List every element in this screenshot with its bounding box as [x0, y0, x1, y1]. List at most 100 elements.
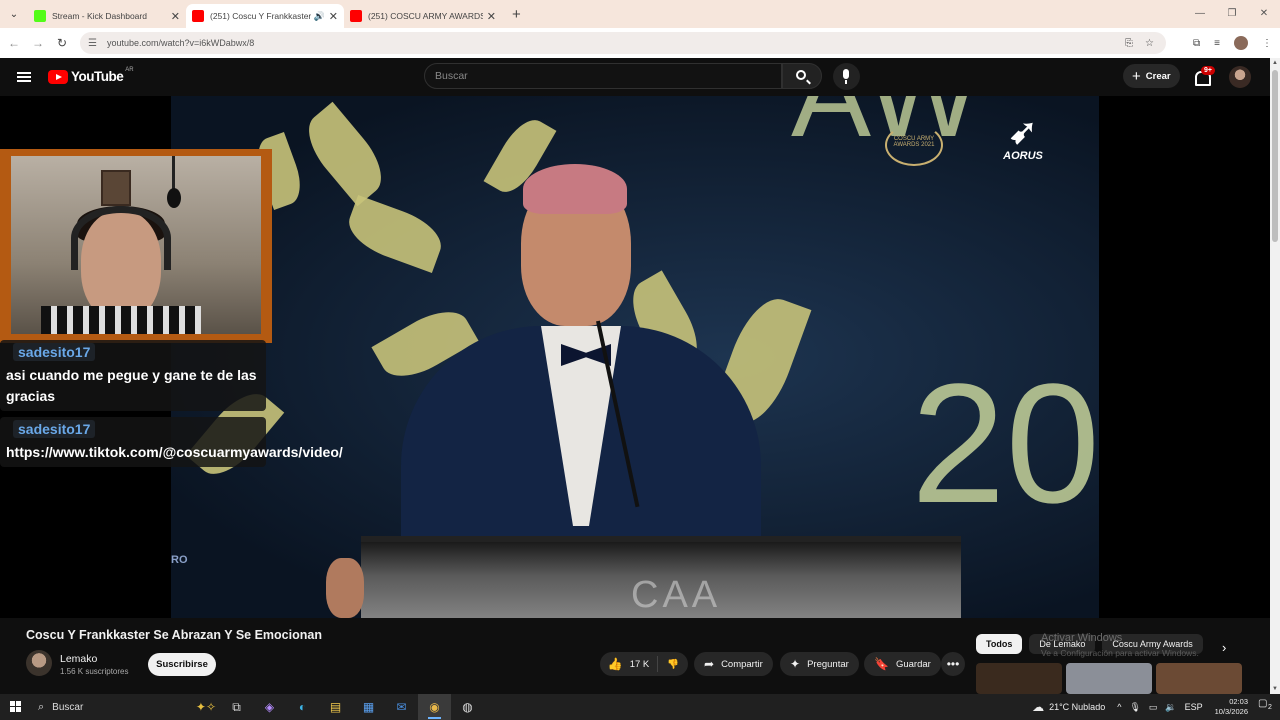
- extensions-icon[interactable]: ⧉: [1193, 38, 1200, 49]
- menu-icon[interactable]: ⋮: [1262, 38, 1272, 49]
- network-icon[interactable]: ▭: [1149, 702, 1158, 713]
- bookmark-star-icon[interactable]: ☆: [1145, 38, 1154, 49]
- channel-name[interactable]: Lemako: [60, 653, 97, 665]
- scroll-up-icon[interactable]: ▲: [1272, 60, 1278, 66]
- scrollbar-thumb[interactable]: [1272, 70, 1278, 242]
- system-clock[interactable]: 02:03 10/3/2026: [1215, 697, 1248, 717]
- close-window-button[interactable]: ✕: [1248, 0, 1280, 28]
- save-button[interactable]: 🔖 Guardar: [864, 652, 941, 676]
- recommended-video-thumbnail[interactable]: [976, 663, 1062, 694]
- video-frame[interactable]: AW COSCU ARMY AWARDS 2021 ➹AORUS 20 CAA: [171, 96, 1099, 618]
- obs-icon[interactable]: ◍: [451, 694, 484, 720]
- mic-tray-icon[interactable]: 🎙: [1129, 702, 1140, 713]
- search-icon: [796, 70, 806, 80]
- chat-text: asi cuando me pegue y gane te de las gra…: [6, 367, 257, 404]
- wall-picture: [101, 170, 131, 206]
- back-icon[interactable]: ←: [2, 36, 26, 50]
- youtube-icon: [350, 10, 362, 22]
- subscribe-button[interactable]: Suscribirse: [148, 653, 216, 676]
- page-scrollbar[interactable]: ▲ ▼: [1270, 58, 1280, 694]
- video-info-panel: Coscu Y Frankkaster Se Abrazan Y Se Emoc…: [0, 618, 1270, 694]
- year-backdrop-text: 20: [911, 349, 1099, 539]
- minimize-button[interactable]: —: [1184, 0, 1216, 28]
- chevron-up-icon[interactable]: ^: [1117, 702, 1121, 712]
- weather-text[interactable]: 21°C Nublado: [1049, 702, 1105, 712]
- windows-start-icon[interactable]: [0, 694, 30, 720]
- site-info-icon[interactable]: ☰: [88, 38, 97, 49]
- channel-avatar[interactable]: [26, 650, 52, 676]
- search-button[interactable]: [782, 63, 822, 89]
- reload-icon[interactable]: ↻: [50, 36, 74, 50]
- chip-todos[interactable]: Todos: [976, 634, 1023, 654]
- close-icon[interactable]: ✕: [171, 10, 180, 23]
- tab-title: Stream - Kick Dashboard: [52, 11, 147, 21]
- url-bar[interactable]: ☰ youtube.com/watch?v=i6kWDabwx/8 ⎘ ☆: [80, 32, 1166, 54]
- youtube-icon: [192, 10, 204, 22]
- tab-coscu-army-awards[interactable]: (251) COSCU ARMY AWARDS 2 ✕: [344, 4, 502, 28]
- youtube-header: YouTube AR Buscar + Crear 9+: [0, 58, 1270, 96]
- create-label: Crear: [1145, 70, 1171, 82]
- chevron-right-icon[interactable]: ›: [1222, 640, 1226, 655]
- chat-username: sadesito17: [13, 420, 96, 438]
- awards-backdrop-text: AW: [791, 96, 980, 164]
- notification-badge: 9+: [1201, 66, 1215, 75]
- new-tab-button[interactable]: +: [512, 6, 521, 23]
- create-button[interactable]: + Crear: [1123, 64, 1180, 88]
- weather-cloud-icon[interactable]: ☁: [1032, 700, 1044, 714]
- tab-search-dropdown[interactable]: ⌄: [0, 0, 28, 28]
- close-icon[interactable]: ✕: [487, 10, 496, 23]
- voice-search-icon[interactable]: [833, 63, 860, 90]
- ask-button[interactable]: ✦ Preguntar: [780, 652, 859, 676]
- browser-tab-bar: ⌄ Stream - Kick Dashboard ✕ (251) Coscu …: [0, 0, 1280, 28]
- tab-title: (251) COSCU ARMY AWARDS 2: [368, 11, 483, 21]
- copilot-icon[interactable]: ◈: [253, 694, 286, 720]
- language-indicator[interactable]: ESP: [1185, 702, 1203, 712]
- speaker-hand: [326, 558, 364, 618]
- speaker-hair: [523, 164, 627, 214]
- window-controls: — ❐ ✕: [1184, 0, 1280, 28]
- taskbar-search-label: Buscar: [52, 701, 84, 713]
- dislike-button[interactable]: 👎: [658, 659, 688, 670]
- decorative-leaf: [341, 195, 449, 273]
- aorus-logo: ➹ AORUS: [993, 114, 1053, 162]
- search-input[interactable]: Buscar: [424, 63, 782, 89]
- taskbar-search[interactable]: ⌕ Buscar ✦✧: [30, 694, 220, 720]
- hamburger-menu-icon[interactable]: [17, 72, 31, 82]
- share-button[interactable]: ➦ Compartir: [694, 652, 773, 676]
- ask-label: Preguntar: [807, 658, 849, 670]
- file-explorer-icon[interactable]: ▤: [319, 694, 352, 720]
- address-toolbar: ← → ↻ ☰ youtube.com/watch?v=i6kWDabwx/8 …: [0, 28, 1280, 58]
- plus-icon: +: [1132, 67, 1141, 85]
- kick-icon: [34, 10, 46, 22]
- user-avatar[interactable]: [1229, 66, 1251, 88]
- tab-kick-dashboard[interactable]: Stream - Kick Dashboard ✕: [28, 4, 186, 28]
- install-icon[interactable]: ⎘: [1125, 38, 1133, 49]
- volume-icon[interactable]: 🔉: [1165, 702, 1176, 713]
- like-count: 17 K: [629, 658, 650, 670]
- tab-coscu-video[interactable]: (251) Coscu Y Frankkaster S 🔊 ✕: [186, 4, 344, 28]
- restore-button[interactable]: ❐: [1216, 0, 1248, 28]
- screen-corner-text: RO: [171, 554, 188, 566]
- edge-icon[interactable]: ◐: [286, 694, 319, 720]
- mail-icon[interactable]: ✉: [385, 694, 418, 720]
- notification-center-icon[interactable]: ▢ 2: [1258, 698, 1280, 716]
- scroll-down-icon[interactable]: ▼: [1272, 686, 1278, 692]
- clock-date: 10/3/2026: [1214, 707, 1248, 716]
- store-icon[interactable]: ▦: [352, 694, 385, 720]
- close-icon[interactable]: ✕: [329, 10, 338, 23]
- media-icon[interactable]: ≡: [1214, 38, 1220, 49]
- like-button[interactable]: 👍 17 K: [600, 656, 658, 672]
- chat-username: sadesito17: [13, 343, 96, 361]
- forward-icon[interactable]: →: [26, 36, 50, 50]
- streamer-shirt: [41, 306, 201, 334]
- youtube-logo[interactable]: YouTube AR: [48, 67, 134, 84]
- recommended-video-thumbnail[interactable]: [1156, 663, 1242, 694]
- recommended-video-thumbnail[interactable]: [1066, 663, 1152, 694]
- headset: [71, 206, 171, 270]
- task-view-icon[interactable]: ⧉: [220, 694, 253, 720]
- more-actions-button[interactable]: •••: [941, 652, 965, 676]
- chrome-icon[interactable]: ◉: [418, 694, 451, 720]
- profile-avatar[interactable]: [1234, 36, 1248, 50]
- clock-time: 02:03: [1229, 697, 1248, 706]
- speaker-icon[interactable]: 🔊: [314, 11, 325, 22]
